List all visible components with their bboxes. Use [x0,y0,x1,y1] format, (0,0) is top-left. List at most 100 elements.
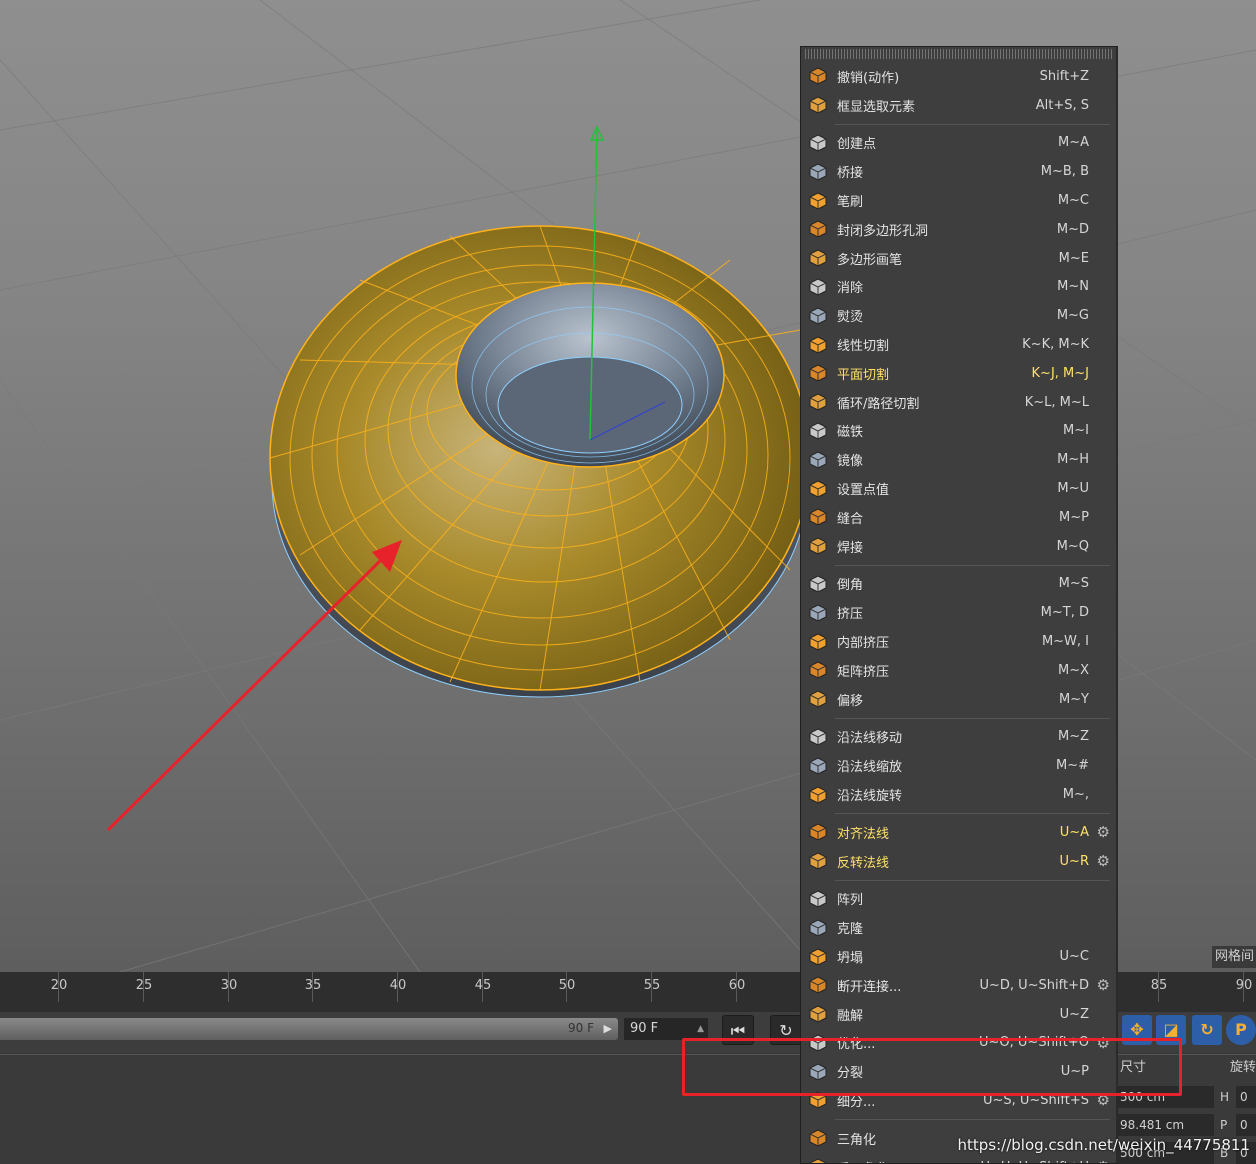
menu-item[interactable]: 多边形画笔 M~E [801,244,1116,273]
weld-icon [805,534,831,558]
frame-range-slider[interactable]: 90 F ▶ [0,1018,618,1040]
split-icon [805,1060,831,1084]
menu-item[interactable]: 沿法线移动 M~Z [801,723,1116,752]
menu-item-shortcut: U~U, U~Shift+U [980,1160,1089,1163]
gear-icon[interactable]: ⚙ [1097,853,1110,869]
menu-item[interactable]: 线性切割 K~K, M~K [801,330,1116,359]
keyframe-p-icon[interactable]: P [1226,1015,1256,1045]
menu-item-label: 镜像 [837,454,864,470]
gear-icon[interactable]: ⚙ [1097,1159,1110,1163]
menu-item[interactable]: 偏移 M~Y [801,685,1116,714]
menu-separator [835,1118,1110,1120]
loop-button[interactable]: ↻ [770,1015,802,1045]
menu-item-shortcut: M~W, I [1041,634,1089,650]
move-tool-icon[interactable]: ✥ [1122,1015,1152,1045]
menu-item[interactable]: 反转法线 U~R ⚙ [801,847,1116,876]
grid-spacing-label: 网格间 [1212,946,1256,968]
gear-icon[interactable]: ⚙ [1097,824,1110,840]
menu-item-shortcut: U~S, U~Shift+S [982,1092,1089,1108]
menu-item-label: 缝合 [837,511,864,527]
gear-icon[interactable]: ⚙ [1097,1092,1110,1108]
ruler-tick-label: 50 [558,978,576,993]
menu-item-label: 沿法线旋转 [837,789,903,805]
collapse-icon [805,945,831,969]
bevel-icon [805,572,831,596]
ruler-tick-label: 45 [474,978,492,993]
ruler-tick-label: 35 [304,978,322,993]
menu-item[interactable]: 镜像 M~H [801,445,1116,474]
menu-item[interactable]: 对齐法线 U~A ⚙ [801,818,1116,847]
menu-item[interactable]: 沿法线缩放 M~# [801,751,1116,780]
goto-start-button[interactable]: ⏮ [722,1015,754,1045]
h-field[interactable]: 0 [1236,1086,1256,1108]
menu-item[interactable]: 分裂 U~P [801,1057,1116,1086]
menu-item[interactable]: 挤压 M~T, D [801,598,1116,627]
menu-item[interactable]: 缝合 M~P [801,503,1116,532]
menu-item[interactable]: 断开连接... U~D, U~Shift+D ⚙ [801,971,1116,1000]
menu-item[interactable]: 循环/路径切割 K~L, M~L [801,388,1116,417]
polygon-pen-icon [805,246,831,270]
menu-item[interactable]: 优化... U~O, U~Shift+O ⚙ [801,1029,1116,1058]
menu-separator [835,812,1110,814]
menu-item-shortcut: M~T, D [1040,605,1089,621]
menu-item-shortcut: M~C [1057,193,1089,209]
menu-item[interactable]: 融解 U~Z [801,1000,1116,1029]
p-field[interactable]: 0 [1236,1114,1256,1136]
menu-item-shortcut: K~K, M~K [1022,337,1089,353]
range-end-label: 90 F [568,1021,594,1035]
menu-item[interactable]: 坍塌 U~C [801,942,1116,971]
menu-item[interactable]: 撤销(动作) Shift+Z [801,62,1116,91]
rotate-tool-icon[interactable]: ↻ [1192,1015,1222,1045]
scale-tool-icon[interactable]: ◪ [1156,1015,1186,1045]
menu-item[interactable]: 平面切割 K~J, M~J [801,359,1116,388]
menu-item[interactable]: 设置点值 M~U [801,474,1116,503]
menu-item-shortcut: U~C [1059,949,1090,964]
menu-item[interactable]: 内部挤压 M~W, I [801,627,1116,656]
menu-item-shortcut: M~P [1059,509,1089,525]
menu-item-label: 对齐法线 [837,826,890,842]
menu-item[interactable]: 倒角 M~S [801,570,1116,599]
menu-item-label: 倒角 [837,578,864,594]
gear-icon[interactable]: ⚙ [1097,1035,1110,1051]
menu-item-shortcut: M~N [1057,279,1089,295]
menu-item-list: 撤销(动作) Shift+Z 框显选取元素 Alt+S, S 创建点 M~A 桥接 M~B, … [801,62,1116,1163]
menu-item-label: 沿法线移动 [837,731,903,747]
frame-selected-icon [805,93,831,117]
menu-item-shortcut: U~R [1059,853,1089,869]
menu-item[interactable]: 沿法线旋转 M~, [801,780,1116,809]
menu-item[interactable]: 熨烫 M~G [801,301,1116,330]
menu-item-label: 融解 [837,1008,864,1024]
menu-item[interactable]: 桥接 M~B, B [801,157,1116,186]
menu-item[interactable]: 框显选取元素 Alt+S, S [801,91,1116,120]
menu-tear-off-handle[interactable] [805,49,1112,59]
ruler-tick-label: 40 [389,978,407,993]
menu-item[interactable]: 阵列 [801,885,1116,914]
menu-item[interactable]: 笔刷 M~C [801,186,1116,215]
menu-item[interactable]: 焊接 M~Q [801,532,1116,561]
gear-icon[interactable]: ⚙ [1097,977,1110,993]
menu-item-label: 封闭多边形孔洞 [837,223,929,239]
menu-item[interactable]: 磁铁 M~I [801,417,1116,446]
menu-item[interactable]: 细分... U~S, U~Shift+S ⚙ [801,1086,1116,1115]
menu-item[interactable]: 创建点 M~A [801,129,1116,158]
ruler-tick-label: 30 [220,978,238,993]
ruler-tick-label: 55 [643,978,661,993]
size-y-field[interactable]: 98.481 cm [1116,1114,1214,1136]
line-cut-icon [805,333,831,357]
menu-item[interactable]: 克隆 [801,913,1116,942]
size-x-field[interactable]: 500 cm [1116,1086,1214,1108]
spinner-icon[interactable]: ▲ [697,1018,704,1040]
menu-item-label: 笔刷 [837,195,864,211]
mesh-context-menu[interactable]: 撤销(动作) Shift+Z 框显选取元素 Alt+S, S 创建点 M~A 桥接 M~B, … [800,46,1118,1164]
menu-item[interactable]: 反三角化...U~U, U~Shift+U ⚙ [801,1153,1116,1163]
frame-input[interactable]: 90 F ▲ [624,1018,708,1040]
close-hole-icon [805,217,831,241]
matrix-extrude-icon [805,658,831,682]
menu-item[interactable]: 消除 M~N [801,273,1116,302]
menu-item-shortcut: M~A [1057,135,1089,151]
untriangulate-icon [805,1155,831,1163]
menu-item-label: 断开连接... [837,979,902,995]
menu-item-label: 坍塌 [837,951,864,966]
menu-item[interactable]: 矩阵挤压 M~X [801,656,1116,685]
menu-item[interactable]: 封闭多边形孔洞 M~D [801,215,1116,244]
